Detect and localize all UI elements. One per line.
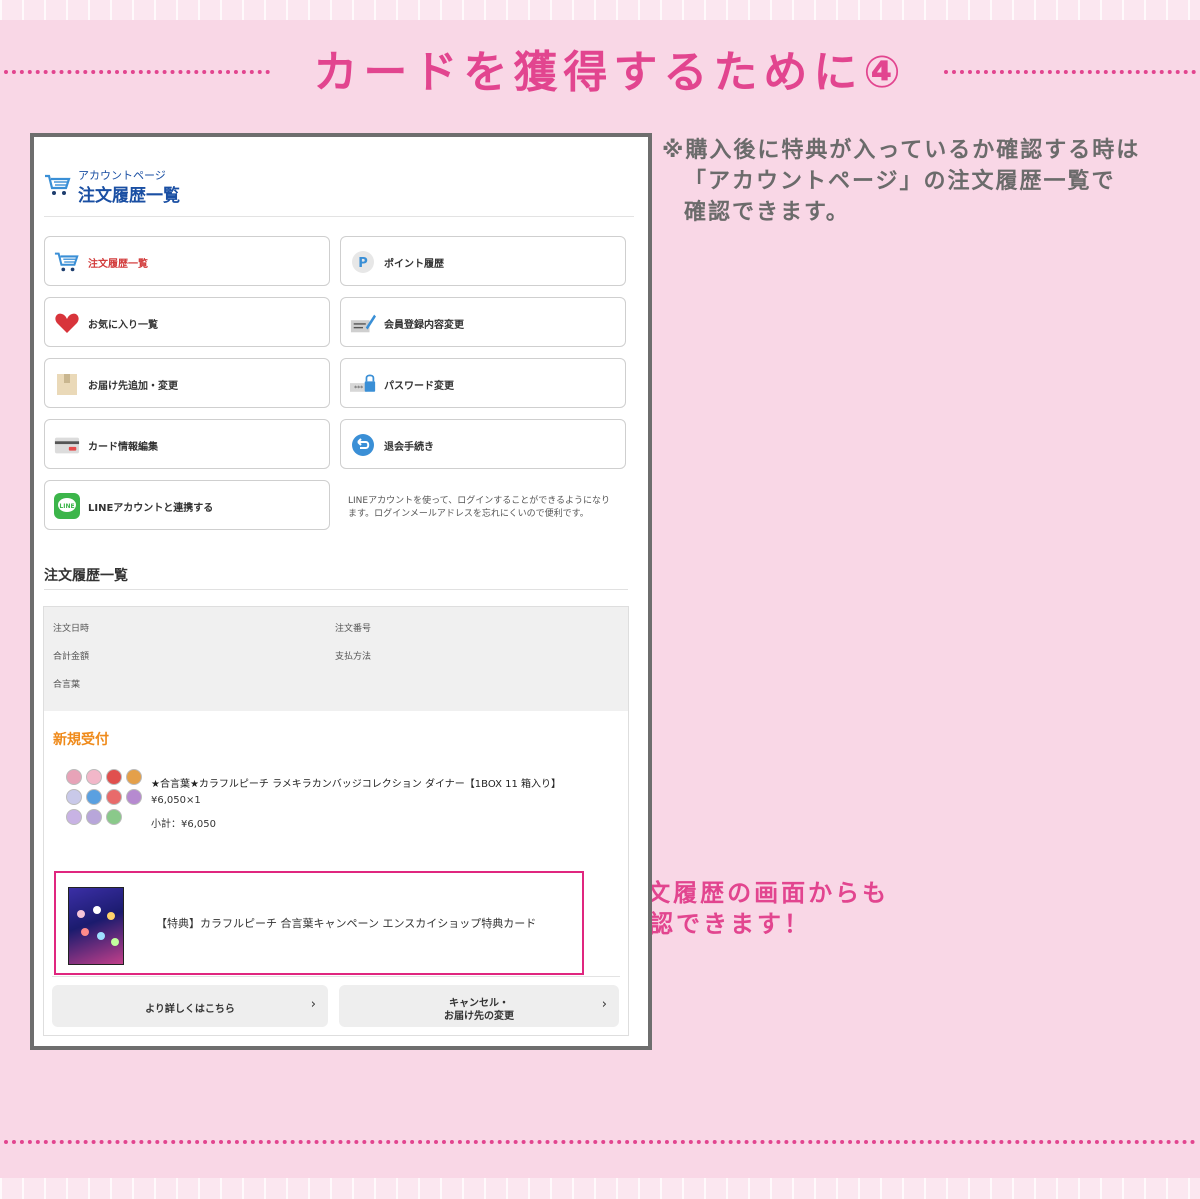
badge-image [86, 809, 102, 825]
line-link-description: LINEアカウントを使って、ログインすることができるようになります。ログインメー… [348, 496, 611, 519]
order-status: 新規受付 [53, 732, 109, 748]
product-name: ★合言葉★カラフルピーチ ラメキラカンバッジコレクション ダイナー【1BOX 1… [151, 779, 561, 790]
product-thumbnail [64, 767, 144, 827]
cancel-change-address-button[interactable]: キャンセル・ お届け先の変更 › [339, 985, 619, 1027]
return-icon [352, 434, 374, 456]
menu-shipping-address-button[interactable]: お届け先追加・変更 [44, 358, 330, 408]
badge-image [106, 789, 122, 805]
lock-icon: *** [350, 374, 376, 392]
badge-image [66, 789, 82, 805]
box-icon [57, 374, 77, 395]
line-icon: LINE [54, 493, 80, 519]
order-info-panel: 注文日時 注文番号 合計金額 支払方法 合言葉 [44, 607, 628, 711]
menu-order-history-button[interactable]: 注文履歴一覧 [44, 236, 330, 286]
menu-member-info-button[interactable]: 会員登録内容変更 [340, 297, 626, 347]
product-subtotal: 小計：¥6,050 [151, 819, 216, 830]
svg-text:P: P [358, 256, 368, 271]
badge-image [126, 769, 142, 785]
divider [52, 976, 620, 977]
heading-dotted-line-left [4, 70, 270, 74]
instruction-line-2: 「アカウントページ」の注文履歴一覧で [684, 169, 1116, 194]
menu-favorites-button[interactable]: お気に入り一覧 [44, 297, 330, 347]
svg-text:LINE: LINE [59, 503, 74, 510]
order-number-label: 注文番号 [335, 624, 372, 634]
menu-label: LINEアカウントと連携する [88, 503, 214, 514]
bonus-item-name: 【特典】カラフルピーチ 合言葉キャンペーン エンスカイショップ特典カード [156, 917, 537, 930]
payment-method-label: 支払方法 [335, 652, 372, 662]
order-total-label: 合計金額 [53, 652, 90, 662]
menu-password-button[interactable]: *** パスワード変更 [340, 358, 626, 408]
order-card: 注文日時 注文番号 合計金額 支払方法 合言葉 新規受付 ★合言葉★カラフルピー… [43, 606, 629, 1036]
divider [44, 589, 628, 590]
menu-withdraw-button[interactable]: 退会手続き [340, 419, 626, 469]
cart-icon [54, 252, 79, 272]
product-price: ¥6,050×1 [151, 795, 201, 806]
point-icon: P [352, 251, 374, 273]
cancel-label-line-2: お届け先の変更 [444, 1011, 514, 1022]
cart-icon [45, 174, 71, 195]
badge-image [126, 789, 142, 805]
menu-line-link-button[interactable]: LINE LINEアカウントと連携する [44, 480, 330, 530]
menu-label: 退会手続き [384, 442, 434, 453]
order-details-button[interactable]: より詳しくはこちら › [52, 985, 328, 1027]
menu-label: カード情報編集 [88, 442, 158, 453]
order-history-heading: 注文履歴一覧 [44, 568, 128, 584]
menu-label: 注文履歴一覧 [88, 259, 148, 270]
instruction-line-3: 確認できます。 [684, 200, 850, 225]
bottom-dotted-line [4, 1140, 1196, 1144]
menu-label: お気に入り一覧 [88, 320, 158, 331]
bonus-card-image [68, 887, 124, 965]
edit-profile-icon [350, 314, 376, 333]
menu-card-info-button[interactable]: カード情報編集 [44, 419, 330, 469]
page-heading: カードを獲得するために④ [313, 47, 907, 98]
order-details-label: より詳しくはこちら [145, 1004, 235, 1015]
top-stripe-band [0, 0, 1200, 20]
account-header: アカウントページ 注文履歴一覧 [44, 163, 634, 217]
menu-label: パスワード変更 [384, 381, 454, 392]
badge-image [66, 809, 82, 825]
instruction-line-1: ※購入後に特典が入っているか確認する時は [662, 138, 1141, 163]
menu-label: お届け先追加・変更 [88, 381, 178, 392]
heading-dotted-line-right [944, 70, 1196, 74]
badge-image [106, 809, 122, 825]
menu-label: ポイント履歴 [384, 259, 444, 270]
instruction-note: ※購入後に特典が入っているか確認する時は 「アカウントページ」の注文履歴一覧で … [662, 135, 1192, 228]
bottom-stripe-band [0, 1178, 1200, 1199]
order-date-label: 注文日時 [53, 624, 90, 634]
credit-card-icon [54, 437, 80, 454]
chevron-right-icon: › [601, 997, 607, 1012]
passphrase-label: 合言葉 [53, 680, 81, 690]
account-title: 注文履歴一覧 [78, 186, 180, 206]
account-page-screenshot: アカウントページ 注文履歴一覧 注文履歴一覧 P ポイント履歴 お気に入り一覧 [30, 133, 652, 1050]
menu-label: 会員登録内容変更 [384, 320, 464, 331]
badge-image [86, 769, 102, 785]
badge-image [86, 789, 102, 805]
menu-point-history-button[interactable]: P ポイント履歴 [340, 236, 626, 286]
bonus-item-highlight: 【特典】カラフルピーチ 合言葉キャンペーン エンスカイショップ特典カード [54, 871, 584, 975]
svg-text:***: *** [354, 385, 363, 392]
chevron-right-icon: › [310, 997, 316, 1012]
badge-image [66, 769, 82, 785]
badge-image [106, 769, 122, 785]
heart-icon [55, 313, 79, 333]
